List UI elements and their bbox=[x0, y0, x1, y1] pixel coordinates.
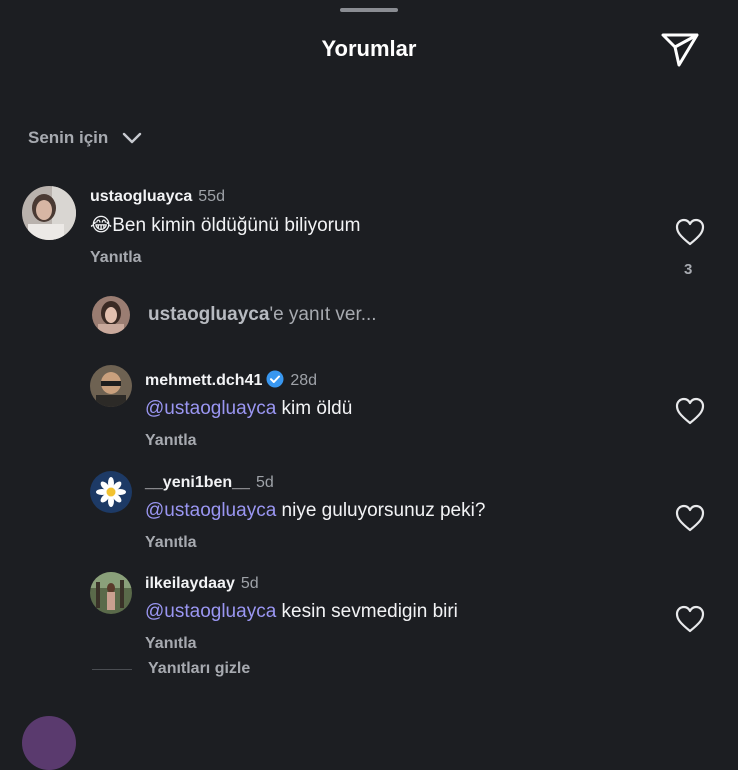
reply-button[interactable]: Yanıtla bbox=[145, 534, 485, 552]
comment-time: 55d bbox=[198, 188, 225, 205]
share-button[interactable] bbox=[660, 30, 700, 70]
reply-text: @ustaogluayca niye guluyorsunuz peki? bbox=[145, 500, 486, 521]
reply-username[interactable]: ilkeilaydaay bbox=[145, 575, 235, 592]
reply: mehmett.dch41 28d @ustaogluayca kim öldü … bbox=[145, 370, 352, 450]
reply-placeholder: ustaogluayca'e yanıt ver... bbox=[148, 304, 377, 325]
comment: ustaogluayca 55d 😂Ben kimin öldüğünü bili… bbox=[90, 188, 360, 267]
heart-icon[interactable] bbox=[675, 218, 705, 246]
reply-username[interactable]: __yeni1ben__ bbox=[145, 474, 250, 491]
avatar[interactable] bbox=[22, 186, 76, 240]
mention-link[interactable]: @ustaogluayca bbox=[145, 398, 276, 419]
reply-text: @ustaogluayca kesin sevmedigin biri bbox=[145, 601, 458, 622]
reply-time: 28d bbox=[290, 372, 318, 389]
reply-input[interactable]: ustaogluayca'e yanıt ver... bbox=[92, 296, 377, 334]
heart-icon[interactable] bbox=[675, 397, 705, 425]
next-comment-avatar-peek bbox=[22, 716, 76, 770]
send-icon bbox=[661, 33, 699, 67]
comment-filter-dropdown[interactable]: Senin için bbox=[28, 128, 142, 148]
reply-text: @ustaogluayca kim öldü bbox=[145, 398, 353, 419]
filter-label: Senin için bbox=[28, 128, 109, 147]
comment-text: 😂Ben kimin öldüğünü biliyorum bbox=[90, 215, 361, 236]
verified-badge-icon bbox=[266, 370, 284, 388]
reply: ilkeilaydaay 5d @ustaogluayca kesin sevme… bbox=[145, 575, 458, 653]
header: Yorumlar bbox=[0, 28, 738, 72]
avatar[interactable] bbox=[90, 471, 132, 513]
page-title: Yorumlar bbox=[321, 36, 417, 61]
hide-replies-label: Yanıtları gizle bbox=[148, 660, 251, 677]
chevron-down-icon bbox=[123, 132, 142, 144]
reply-button[interactable]: Yanıtla bbox=[145, 635, 458, 653]
heart-icon[interactable] bbox=[675, 605, 705, 633]
reply: __yeni1ben__ 5d @ustaogluayca niye guluyo… bbox=[145, 474, 485, 552]
reply-username[interactable]: mehmett.dch41 bbox=[145, 372, 262, 389]
avatar[interactable] bbox=[90, 365, 132, 407]
avatar[interactable] bbox=[90, 572, 132, 614]
reply-button[interactable]: Yanıtla bbox=[145, 432, 352, 450]
heart-icon[interactable] bbox=[675, 504, 705, 532]
reply-button[interactable]: Yanıtla bbox=[90, 249, 360, 267]
sheet-grabber[interactable] bbox=[340, 8, 398, 12]
like-count: 3 bbox=[684, 261, 693, 278]
avatar bbox=[92, 296, 130, 334]
reply-time: 5d bbox=[255, 474, 274, 491]
laughing-emoji-icon: 😂 bbox=[90, 215, 113, 236]
mention-link[interactable]: @ustaogluayca bbox=[145, 500, 276, 521]
hide-replies-button[interactable]: Yanıtları gizle bbox=[92, 660, 250, 678]
comment-username[interactable]: ustaogluayca bbox=[90, 188, 192, 205]
mention-link[interactable]: @ustaogluayca bbox=[145, 601, 276, 622]
reply-time: 5d bbox=[240, 575, 259, 592]
divider bbox=[92, 668, 132, 670]
